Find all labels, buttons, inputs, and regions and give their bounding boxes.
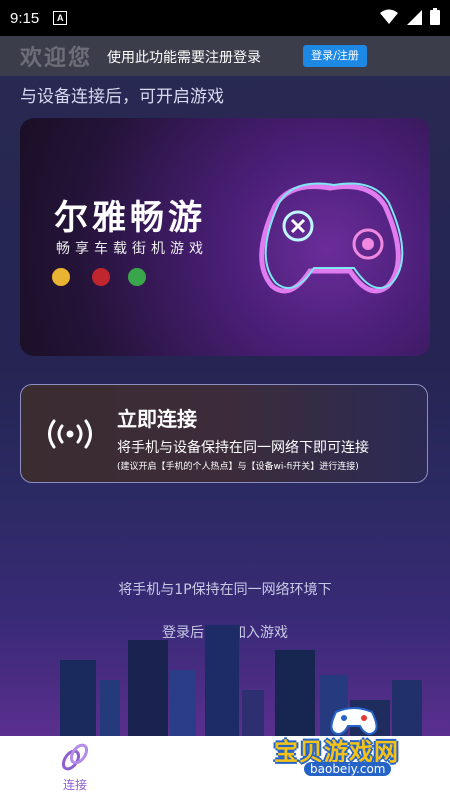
feature-badge-green-icon — [128, 268, 146, 286]
battery-icon — [430, 8, 440, 25]
feature-badge-yellow-icon — [52, 268, 70, 286]
game-promo-card: 尔雅畅游 畅享车载街机游戏 — [20, 118, 430, 356]
connect-subtitle: 与设备连接后，可开启游戏 — [20, 87, 224, 107]
connect-now-card[interactable]: 立即连接 将手机与设备保持在同一网络下即可连接 (建议开启【手机的个人热点】与【… — [20, 384, 428, 483]
connect-note: (建议开启【手机的个人热点】与【设备wi-fi开关】进行连接) — [117, 462, 359, 472]
status-bar: 9:15 A — [0, 0, 450, 36]
login-required-message: 使用此功能需要注册登录 — [107, 50, 261, 66]
broadcast-signal-icon — [48, 419, 92, 449]
tab-connect[interactable]: 连接 — [50, 738, 100, 796]
network-hint: 将手机与1P保持在同一网络环境下 — [118, 582, 332, 598]
link-icon — [61, 743, 89, 771]
site-watermark: 宝贝游戏网 baobeiy.com — [274, 704, 434, 784]
login-banner: 欢迎您 使用此功能需要注册登录 登录/注册 — [0, 36, 450, 76]
signal-icon — [407, 9, 422, 25]
game-title: 尔雅畅游 — [54, 198, 206, 238]
tab-connect-label: 连接 — [62, 778, 87, 792]
game-slogan: 畅享车载街机游戏 — [56, 241, 208, 257]
gamepad-icon — [259, 182, 404, 294]
login-register-button[interactable]: 登录/注册 — [303, 45, 367, 67]
connect-description: 将手机与设备保持在同一网络下即可连接 — [117, 440, 369, 456]
status-time: 9:15 — [10, 9, 40, 27]
status-icons — [380, 8, 440, 25]
connect-now-title: 立即连接 — [117, 407, 197, 431]
a-icon: A — [53, 11, 68, 25]
wifi-icon — [380, 9, 398, 24]
welcome-text: 欢迎您 — [20, 45, 93, 71]
watermark-url: baobeiy.com — [304, 762, 392, 776]
feature-badge-red-icon — [92, 268, 110, 286]
